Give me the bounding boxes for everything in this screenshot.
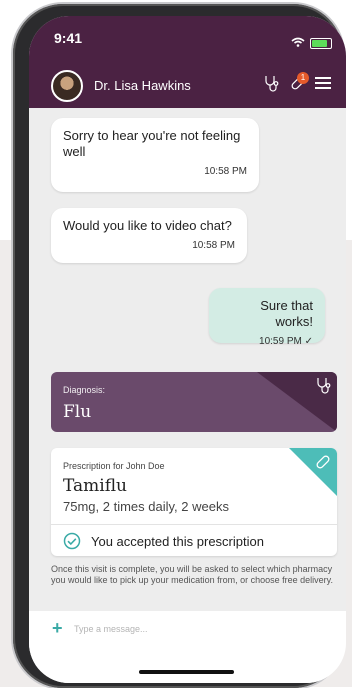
diagnosis-label: Diagnosis: (63, 385, 106, 395)
message-time-row: 10:59 PM ✓ (209, 330, 325, 355)
message-time: 10:58 PM (192, 240, 235, 251)
pharmacy-note: Once this visit is complete, you will be… (51, 564, 333, 585)
stethoscope-icon (315, 376, 331, 399)
message-time: 10:58 PM (204, 166, 247, 177)
phone-frame: 9:41 Dr. Lisa Hawkins 1 Sorry to hear yo… (13, 4, 346, 688)
status-time: 9:41 (54, 30, 83, 46)
message-time: 10:59 PM (259, 336, 302, 347)
check-circle-icon (63, 532, 81, 550)
diagnosis-value: Flu (63, 402, 92, 422)
stethoscope-icon[interactable] (263, 74, 279, 97)
prescription-detail: 75mg, 2 times daily, 2 weeks (63, 499, 229, 514)
message-input[interactable]: Type a message... (74, 624, 148, 634)
prescription-for: Prescription for John Doe (63, 461, 165, 471)
message-text: Sorry to hear you're not feeling well (63, 128, 241, 159)
app-header: 9:41 Dr. Lisa Hawkins 1 (29, 16, 346, 108)
doctor-avatar[interactable] (51, 70, 83, 102)
wifi-icon (291, 34, 305, 52)
read-check-icon: ✓ (304, 336, 313, 347)
prescription-drug: Tamiflu (63, 476, 127, 496)
message-incoming: Sorry to hear you're not feeling well 10… (51, 118, 259, 192)
message-outgoing: Sure that works! 10:59 PM ✓ (209, 288, 325, 347)
pill-icon (314, 453, 332, 476)
message-text: Sure that works! (260, 298, 313, 329)
accepted-text: You accepted this prescription (91, 533, 264, 549)
doctor-name: Dr. Lisa Hawkins (94, 78, 191, 93)
diagnosis-card[interactable]: Diagnosis: Flu (51, 372, 337, 432)
notification-badge: 1 (297, 72, 309, 84)
accepted-row: You accepted this prescription (51, 524, 337, 556)
message-text: Would you like to video chat? (63, 218, 232, 233)
message-incoming: Would you like to video chat? 10:58 PM (51, 208, 247, 263)
status-icons (291, 34, 332, 52)
prescription-card[interactable]: Prescription for John Doe Tamiflu 75mg, … (51, 448, 337, 556)
home-indicator (139, 670, 234, 674)
app-screen: 9:41 Dr. Lisa Hawkins 1 Sorry to hear yo… (29, 16, 346, 683)
battery-icon (310, 37, 332, 49)
diagnosis-card-shade (257, 372, 337, 432)
menu-icon[interactable] (315, 76, 331, 95)
add-icon[interactable]: + (52, 618, 63, 639)
message-composer: + Type a message... (29, 611, 346, 683)
